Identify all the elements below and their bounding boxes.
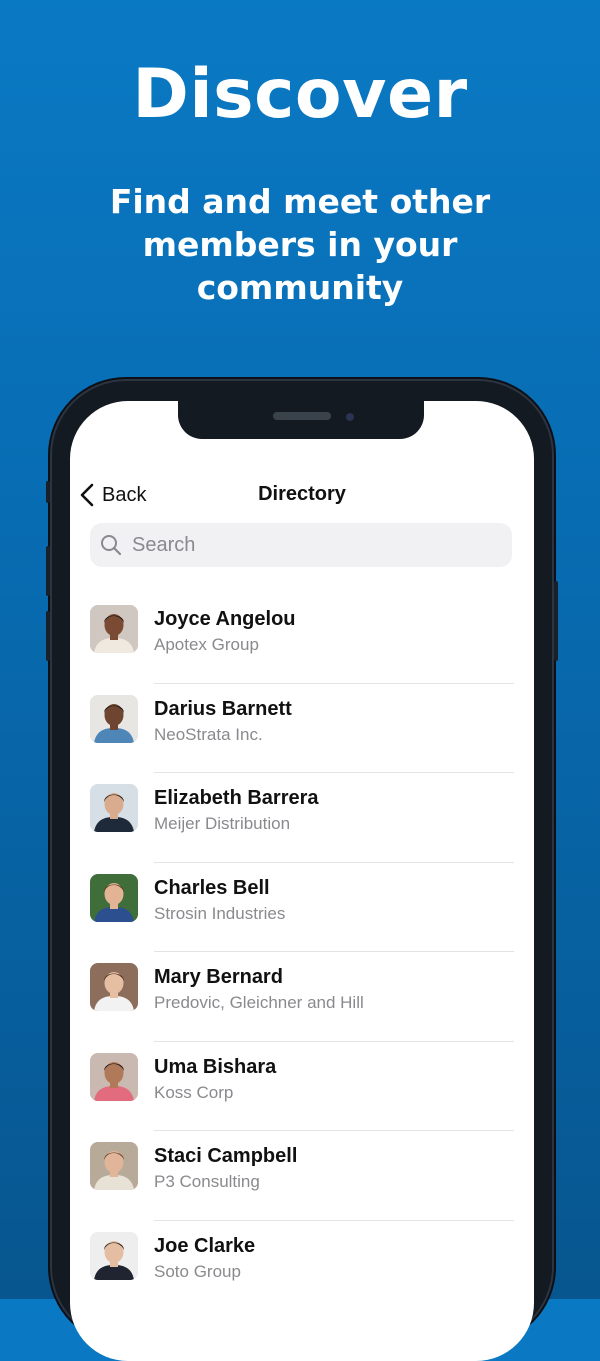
list-item[interactable]: Joyce Angelou Apotex Group xyxy=(70,594,534,684)
back-button-label: Back xyxy=(102,483,147,506)
promo-headline: Discover xyxy=(132,55,468,134)
member-name: Joyce Angelou xyxy=(154,608,296,630)
person-icon xyxy=(90,963,138,1011)
member-name: Joe Clarke xyxy=(154,1234,256,1257)
front-camera xyxy=(346,413,354,421)
member-name: Darius Barnett xyxy=(154,697,292,720)
navigation-bar: Back Directory xyxy=(70,479,534,513)
avatar xyxy=(90,873,138,922)
person-icon xyxy=(90,1142,138,1190)
chevron-left-icon xyxy=(80,483,94,507)
person-icon xyxy=(90,784,138,832)
list-item[interactable]: Darius Barnett NeoStrata Inc. xyxy=(70,684,534,773)
list-item[interactable]: Mary Bernard Predovic, Gleichner and Hill xyxy=(70,952,534,1042)
list-item[interactable]: Elizabeth Barrera Meijer Distribution xyxy=(70,773,534,863)
phone-power-button xyxy=(554,581,558,661)
avatar xyxy=(90,1231,138,1280)
member-company: Apotex Group xyxy=(154,635,259,654)
list-item[interactable]: Charles Bell Strosin Industries xyxy=(70,863,534,952)
avatar xyxy=(90,1052,138,1101)
speaker-grille xyxy=(273,412,331,420)
list-item[interactable]: Joe Clarke Soto Group xyxy=(70,1221,534,1311)
list-item[interactable]: Staci Campbell P3 Consulting xyxy=(70,1131,534,1221)
search-icon xyxy=(101,535,122,556)
promo-subheadline: Find and meet other members in your comm… xyxy=(109,182,491,307)
member-name: Elizabeth Barrera xyxy=(154,787,319,809)
member-company: Koss Corp xyxy=(154,1082,234,1102)
member-name: Charles Bell xyxy=(154,876,270,899)
back-button[interactable]: Back xyxy=(80,483,146,507)
phone-notch xyxy=(178,401,424,439)
member-company: Meijer Distribution xyxy=(154,814,291,833)
avatar xyxy=(90,605,138,653)
app-screen: Back Directory Joyce Angelou Apotex Group… xyxy=(70,401,534,1361)
member-company: Strosin Industries xyxy=(154,903,286,923)
member-company: Predovic, Gleichner and Hill xyxy=(154,993,364,1012)
member-list: Joyce Angelou Apotex Group Darius Barnett N… xyxy=(70,594,534,1310)
person-icon xyxy=(90,873,138,922)
phone-mockup: Back Directory Joyce Angelou Apotex Group… xyxy=(46,381,558,1361)
phone-side-button xyxy=(46,481,50,503)
avatar xyxy=(90,784,138,832)
avatar xyxy=(90,963,138,1011)
avatar xyxy=(90,1142,138,1190)
person-icon xyxy=(90,694,138,743)
member-name: Staci Campbell xyxy=(154,1145,298,1167)
person-icon xyxy=(90,1231,138,1280)
person-icon xyxy=(90,1052,138,1101)
list-item[interactable]: Uma Bishara Koss Corp xyxy=(70,1042,534,1131)
member-name: Uma Bishara xyxy=(154,1055,277,1078)
search-bar[interactable] xyxy=(90,523,512,567)
person-icon xyxy=(90,605,138,653)
avatar xyxy=(90,694,138,743)
member-company: Soto Group xyxy=(154,1261,241,1281)
member-company: NeoStrata Inc. xyxy=(154,724,263,744)
phone-volume-down-button xyxy=(46,611,50,661)
phone-volume-up-button xyxy=(46,546,50,596)
member-company: P3 Consulting xyxy=(154,1172,260,1191)
member-name: Mary Bernard xyxy=(154,966,283,988)
search-input[interactable] xyxy=(130,532,494,558)
